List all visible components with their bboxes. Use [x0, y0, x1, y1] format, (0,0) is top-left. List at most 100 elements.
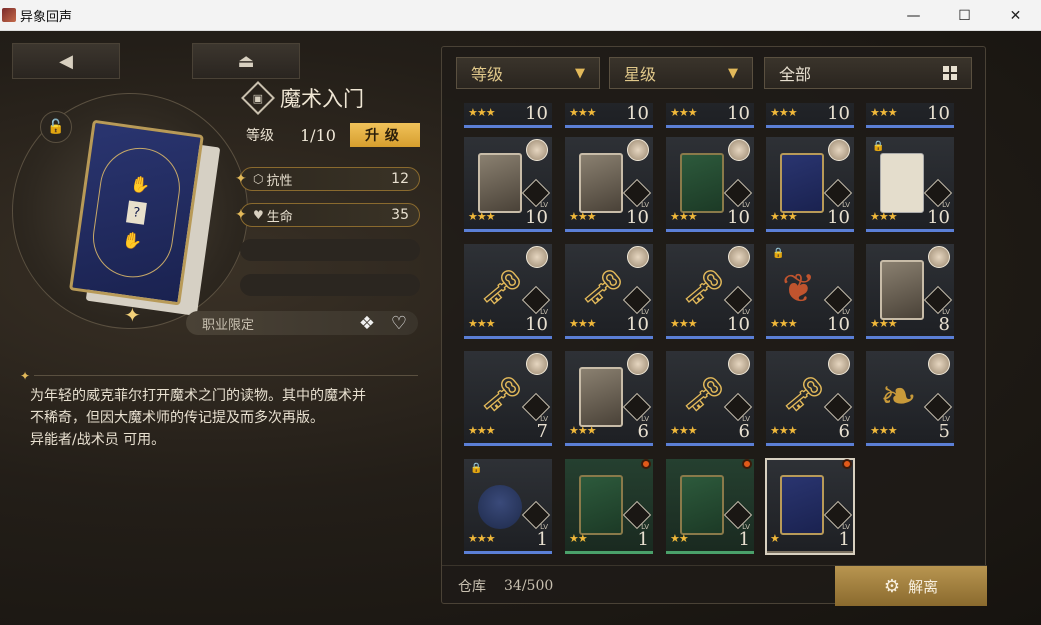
- inventory-item[interactable]: LV ★★★ 10: [565, 244, 653, 339]
- level-filter-dropdown[interactable]: 等级 ▼: [456, 57, 600, 89]
- character-avatar: [627, 353, 649, 375]
- esper-class-icon[interactable]: ❖: [354, 310, 380, 336]
- stat-star-icon: ✦: [235, 207, 247, 223]
- inventory-item[interactable]: LV ★★★ 6: [666, 351, 754, 446]
- rarity-stars: ★★★: [670, 210, 698, 223]
- lock-icon: 🔒: [470, 463, 483, 474]
- warehouse-count: 34/500: [504, 577, 554, 594]
- item-level: 1: [738, 529, 750, 550]
- rarity-stars: ★★★: [770, 210, 798, 223]
- star-filter-dropdown[interactable]: 星级 ▼: [609, 57, 753, 89]
- character-avatar: [728, 246, 750, 268]
- inventory-item[interactable]: LV ★★★ 10: [766, 137, 854, 232]
- item-level: 10: [626, 314, 649, 335]
- blue-book-art: [780, 153, 824, 213]
- blue-book-art: [780, 475, 824, 535]
- character-figure-art: [478, 485, 522, 529]
- dismantle-button[interactable]: ⚙ 解离: [835, 566, 987, 606]
- green-book-art: [579, 475, 623, 535]
- rarity-stars: ★★: [569, 532, 588, 545]
- filter-label: 等级: [471, 65, 504, 84]
- inventory-item[interactable]: LV ★★ 1: [565, 459, 653, 554]
- key-art: [478, 367, 523, 427]
- window-titlebar: 异象回声 — ☐ ✕: [0, 0, 1041, 31]
- lock-icon: 🔒: [772, 248, 785, 259]
- inventory-item[interactable]: ★★★ 10: [766, 103, 854, 128]
- rarity-stars: ★★★: [770, 106, 798, 119]
- warehouse-label: 仓库: [458, 578, 486, 595]
- hand-icon: ✋: [129, 173, 152, 196]
- inventory-item[interactable]: LV ★★★ 6: [565, 351, 653, 446]
- rarity-stars: ★★★: [569, 424, 597, 437]
- app-icon: [2, 8, 16, 22]
- inventory-item[interactable]: LV ★★★ 5: [866, 351, 954, 446]
- item-type-icon: ▣: [241, 81, 275, 115]
- character-avatar: [526, 139, 548, 161]
- new-indicator-dot: [641, 459, 651, 469]
- stat-slot-empty: [240, 239, 420, 261]
- character-avatar: [526, 353, 548, 375]
- inventory-item[interactable]: LV ★★★ 8: [866, 244, 954, 339]
- inventory-item[interactable]: LV ★★ 1: [666, 459, 754, 554]
- maximize-button[interactable]: ☐: [939, 0, 990, 31]
- item-artwork: ✋ ? ✋: [68, 119, 221, 316]
- item-level: 1: [838, 529, 850, 550]
- inventory-item[interactable]: LV ★★★ 10: [464, 137, 552, 232]
- minimize-button[interactable]: —: [888, 0, 939, 31]
- inventory-item[interactable]: LV ★★★ 10: [565, 137, 653, 232]
- item-level: 1: [536, 529, 548, 550]
- item-level: 5: [938, 421, 950, 442]
- photo-card-art: [579, 367, 623, 427]
- grid-view-icon: [943, 66, 957, 80]
- inventory-item-selected[interactable]: LV ★ 1: [765, 458, 855, 555]
- inventory-item[interactable]: ★★★ 10: [666, 103, 754, 128]
- item-title: ▣ 魔术入门: [241, 81, 364, 115]
- filter-label: 星级: [624, 65, 657, 84]
- category-filter[interactable]: 全部: [764, 57, 972, 89]
- inventory-item[interactable]: ★★★ 10: [464, 103, 552, 128]
- item-level: 10: [727, 314, 750, 335]
- game-area: ◀ ⏏ 🔓 ✋ ? ✋ ✦ ▣ 魔术入门 等级 1/10 升级 ✦ ⬡ 抗性 1…: [0, 31, 1041, 625]
- hand-icon-lower: ✋: [121, 230, 144, 252]
- photo-card-art: [478, 153, 522, 213]
- eject-button[interactable]: ⏏: [192, 43, 300, 79]
- dropdown-arrow-icon: ▼: [575, 65, 585, 81]
- item-level: 10: [626, 207, 649, 228]
- item-description: 为年轻的威克菲尔打开魔术之门的读物。其中的魔术并 不稀奇，但因大魔术师的传记提及…: [30, 385, 418, 451]
- item-level: 10: [927, 103, 950, 124]
- inventory-item[interactable]: ★★★ 10: [866, 103, 954, 128]
- character-avatar: [928, 246, 950, 268]
- level-row: 等级 1/10 升级: [246, 123, 420, 147]
- resistance-icon: ⬡: [253, 172, 264, 186]
- inventory-item[interactable]: LV ★★★ 7: [464, 351, 552, 446]
- lock-toggle-button[interactable]: 🔓: [40, 111, 72, 143]
- inventory-item[interactable]: LV ★★★ 6: [766, 351, 854, 446]
- inventory-item[interactable]: LV ★★★ 10: [464, 244, 552, 339]
- new-indicator-dot: [842, 459, 852, 469]
- red-ornament-art: [780, 260, 824, 320]
- key-art: [680, 260, 725, 320]
- inventory-item[interactable]: LV ★★★ 10: [666, 244, 754, 339]
- upgrade-button[interactable]: 升级: [349, 123, 420, 147]
- eject-icon: ⏏: [237, 50, 255, 72]
- item-level: 10: [525, 314, 548, 335]
- inventory-item[interactable]: 🔒 LV ★★★ 10: [866, 137, 954, 232]
- inventory-item[interactable]: 🔒 LV ★★★ 10: [766, 244, 854, 339]
- book-cover: ✋ ? ✋: [69, 119, 204, 306]
- rarity-stars: ★★★: [870, 424, 898, 437]
- item-level: 10: [525, 103, 548, 124]
- description-line: 为年轻的威克菲尔打开魔术之门的读物。其中的魔术并: [30, 388, 366, 404]
- stat-resistance: ✦ ⬡ 抗性 12: [235, 167, 420, 191]
- golden-wing-art: [880, 367, 924, 427]
- item-level: 10: [727, 103, 750, 124]
- back-button[interactable]: ◀: [12, 43, 120, 79]
- rarity-stars: ★★: [670, 532, 689, 545]
- inventory-item[interactable]: 🔒 LV ★★★ 1: [464, 459, 552, 554]
- rarity-stars: ★★★: [468, 532, 496, 545]
- stat-value: 35: [391, 207, 409, 223]
- tactician-class-icon[interactable]: ♡: [386, 310, 412, 336]
- inventory-item[interactable]: ★★★ 10: [565, 103, 653, 128]
- window-title: 异象回声: [20, 9, 73, 25]
- close-button[interactable]: ✕: [990, 0, 1041, 31]
- inventory-item[interactable]: LV ★★★ 10: [666, 137, 754, 232]
